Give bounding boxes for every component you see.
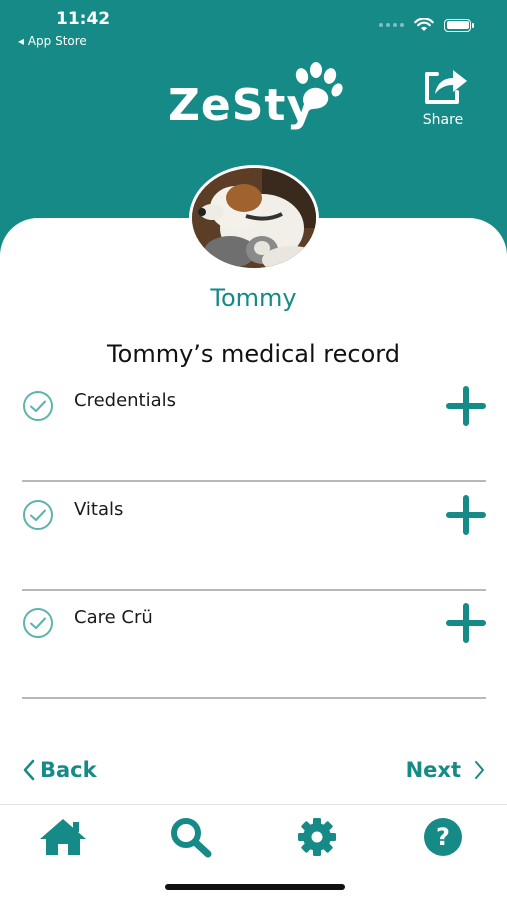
check-circle-icon [23,608,53,638]
back-label: Back [40,758,97,782]
check-circle-icon [23,500,53,530]
tab-home[interactable] [38,815,88,859]
plus-icon[interactable] [446,603,486,643]
pet-avatar[interactable] [189,165,319,271]
section-label: Care Crü [74,607,153,628]
search-icon [171,818,212,858]
section-row-credentials[interactable]: Credentials [22,374,486,482]
section-label: Vitals [74,499,124,520]
tab-settings[interactable] [292,815,342,859]
home-indicator [165,884,345,890]
pet-name: Tommy [210,284,297,312]
share-label: Share [422,112,464,128]
section-row-vitals[interactable]: Vitals [22,483,486,591]
plus-icon[interactable] [446,495,486,535]
tab-search[interactable] [166,815,216,859]
home-icon [40,819,86,855]
next-button[interactable]: Next [406,758,485,782]
gear-icon [298,818,336,856]
status-icons [379,18,474,32]
next-label: Next [405,758,461,782]
wifi-icon [414,18,434,31]
svg-text:?: ? [436,823,450,851]
back-to-app-store-link[interactable]: ◂ App Store [18,34,87,48]
tab-help[interactable]: ? [418,815,468,859]
share-icon [425,70,467,104]
plus-icon[interactable] [446,386,486,426]
back-button[interactable]: Back [22,758,97,782]
status-time: 11:42 [56,9,111,29]
signal-icon [379,23,404,27]
chevron-left-icon [23,759,35,781]
section-label: Credentials [74,390,177,411]
battery-icon [444,18,474,32]
share-button[interactable]: Share [414,66,472,128]
paw-icon [295,62,343,111]
check-circle-icon [23,391,53,421]
section-row-care-cru[interactable]: Care Crü [22,591,486,699]
medical-record-title: Tommy’s medical record [107,340,400,368]
chevron-right-icon [475,761,484,779]
help-icon: ? [424,818,462,856]
